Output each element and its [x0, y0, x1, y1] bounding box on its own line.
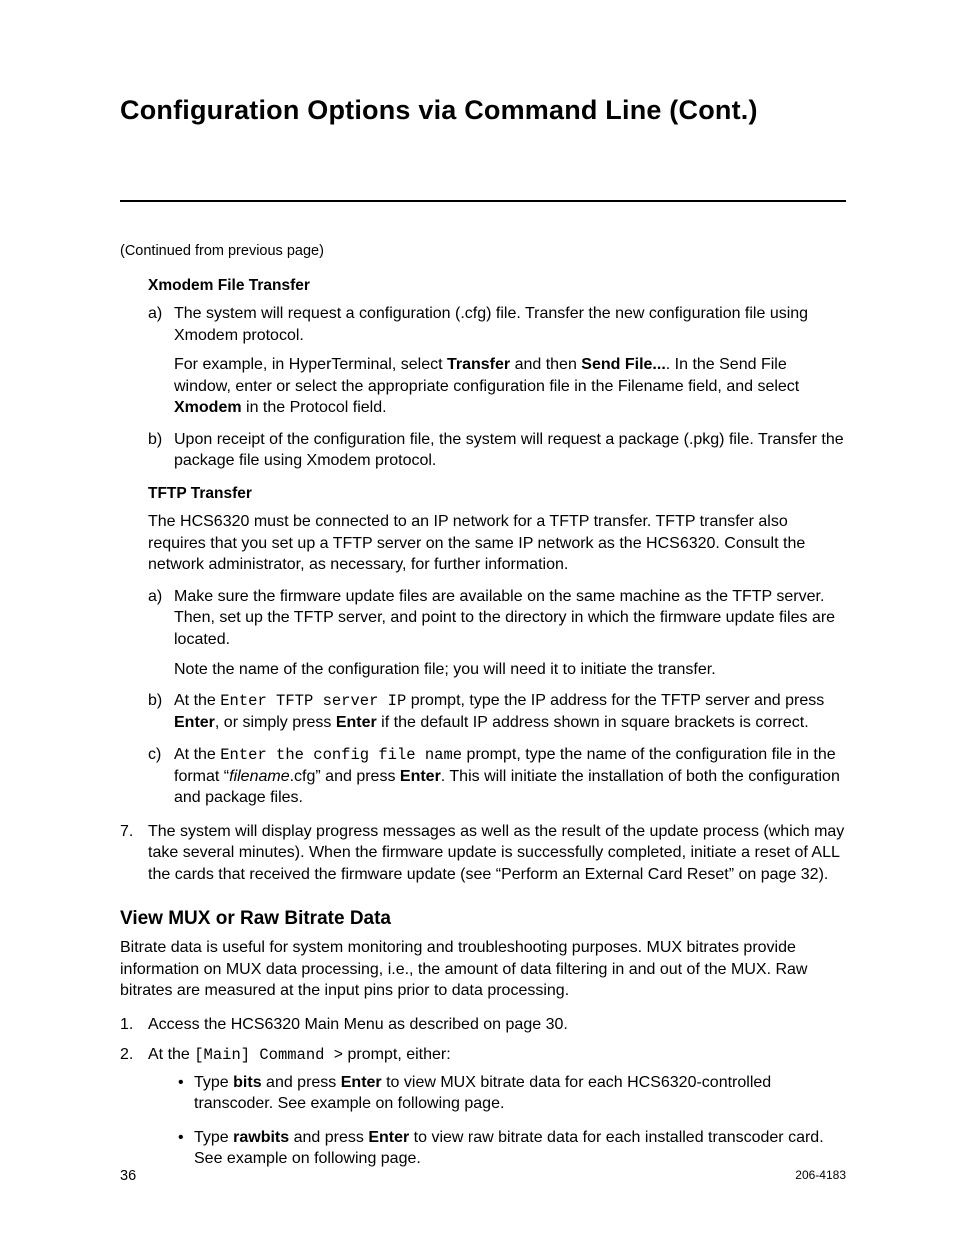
- step-subtext: Note the name of the configuration file;…: [174, 659, 846, 681]
- bitrate-steps: 1. Access the HCS6320 Main Menu as descr…: [120, 1014, 846, 1170]
- bitrate-step-2: 2. At the [Main] Command > prompt, eithe…: [120, 1044, 846, 1170]
- list-marker: 2.: [120, 1044, 133, 1066]
- bitrate-step-1: 1. Access the HCS6320 Main Menu as descr…: [120, 1014, 846, 1036]
- continued-note: (Continued from previous page): [120, 242, 846, 262]
- list-marker: b): [148, 690, 162, 712]
- document-number: 206-4183: [795, 1167, 846, 1183]
- step-text: The system will display progress message…: [148, 823, 844, 883]
- bitrate-heading: View MUX or Raw Bitrate Data: [120, 906, 846, 932]
- list-marker: 1.: [120, 1014, 133, 1036]
- list-item: Type bits and press Enter to view MUX bi…: [178, 1072, 846, 1115]
- prompt-text: Enter TFTP server IP: [220, 692, 406, 710]
- prompt-text: Enter the config file name: [220, 746, 462, 764]
- bitrate-intro: Bitrate data is useful for system monito…: [120, 937, 846, 1002]
- page-number: 36: [120, 1167, 136, 1187]
- main-steps: 7. The system will display progress mess…: [120, 821, 846, 886]
- tftp-step-c: c) At the Enter the config file name pro…: [148, 744, 846, 809]
- tftp-step-b: b) At the Enter TFTP server IP prompt, t…: [148, 690, 846, 734]
- page-title: Configuration Options via Command Line (…: [120, 92, 846, 128]
- tftp-step-a: a) Make sure the firmware update files a…: [148, 586, 846, 680]
- list-marker: a): [148, 586, 162, 608]
- tftp-intro: The HCS6320 must be connected to an IP n…: [148, 511, 846, 576]
- prompt-text: [Main] Command >: [194, 1046, 343, 1064]
- step-text: Upon receipt of the configuration file, …: [174, 431, 844, 470]
- step-text: The system will request a configuration …: [174, 305, 808, 344]
- horizontal-rule: [120, 200, 846, 202]
- xmodem-step-b: b) Upon receipt of the configuration fil…: [148, 429, 846, 472]
- bitrate-options: Type bits and press Enter to view MUX bi…: [178, 1072, 846, 1170]
- xmodem-heading: Xmodem File Transfer: [148, 276, 846, 297]
- list-marker: b): [148, 429, 162, 451]
- list-marker: a): [148, 303, 162, 325]
- step-text: Make sure the firmware update files are …: [174, 588, 835, 648]
- xmodem-step-a: a) The system will request a configurati…: [148, 303, 846, 419]
- xmodem-steps: a) The system will request a configurati…: [148, 303, 846, 472]
- tftp-heading: TFTP Transfer: [148, 484, 846, 505]
- step-text: Access the HCS6320 Main Menu as describe…: [148, 1016, 568, 1033]
- list-marker: c): [148, 744, 161, 766]
- list-marker: 7.: [120, 821, 133, 843]
- step-7: 7. The system will display progress mess…: [120, 821, 846, 886]
- document-page: Configuration Options via Command Line (…: [0, 0, 954, 1235]
- list-item: Type rawbits and press Enter to view raw…: [178, 1127, 846, 1170]
- page-footer: 36 206-4183: [120, 1167, 846, 1187]
- tftp-steps: a) Make sure the firmware update files a…: [148, 586, 846, 809]
- step-subtext: For example, in HyperTerminal, select Tr…: [174, 354, 846, 419]
